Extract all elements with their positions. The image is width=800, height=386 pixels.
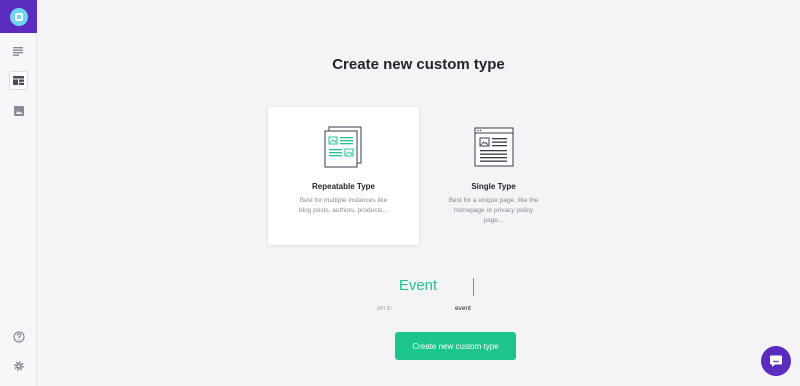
media-image-icon	[13, 105, 24, 116]
repeatable-type-card[interactable]: Repeatable Type Best for multiple instan…	[268, 107, 419, 245]
sidebar-item-documents[interactable]	[9, 42, 28, 61]
chat-launcher-button[interactable]	[761, 346, 791, 376]
main-content: Create new custom type Repeatable Type B…	[37, 0, 800, 386]
custom-type-name-input[interactable]	[368, 277, 468, 294]
app-logo-icon	[9, 7, 28, 26]
help-button[interactable]	[9, 327, 28, 346]
gear-icon	[13, 360, 24, 371]
api-id-value[interactable]: event	[455, 305, 471, 312]
sidebar-item-custom-types[interactable]	[9, 71, 28, 90]
card-description: Best for multiple instances like blog po…	[299, 197, 388, 214]
api-id-label: API ID	[377, 306, 392, 312]
help-circle-icon	[12, 330, 25, 343]
card-title: Repeatable Type	[312, 182, 375, 191]
create-custom-type-button[interactable]: Create new custom type	[395, 332, 516, 360]
single-type-card[interactable]: Single Type Best for a unique page, like…	[418, 107, 569, 245]
custom-types-icon	[13, 76, 24, 85]
sidebar	[0, 0, 37, 386]
settings-button[interactable]	[9, 356, 28, 375]
single-type-icon	[474, 127, 514, 167]
app-logo[interactable]	[0, 0, 37, 33]
repeatable-type-icon	[324, 126, 362, 168]
text-caret	[473, 278, 474, 296]
chat-bubble-icon	[770, 355, 782, 367]
sidebar-item-media[interactable]	[9, 101, 28, 120]
page-title: Create new custom type	[332, 56, 505, 73]
card-description: Best for a unique page, like the homepag…	[448, 197, 539, 224]
list-icon	[13, 47, 23, 56]
card-title: Single Type	[471, 182, 516, 191]
